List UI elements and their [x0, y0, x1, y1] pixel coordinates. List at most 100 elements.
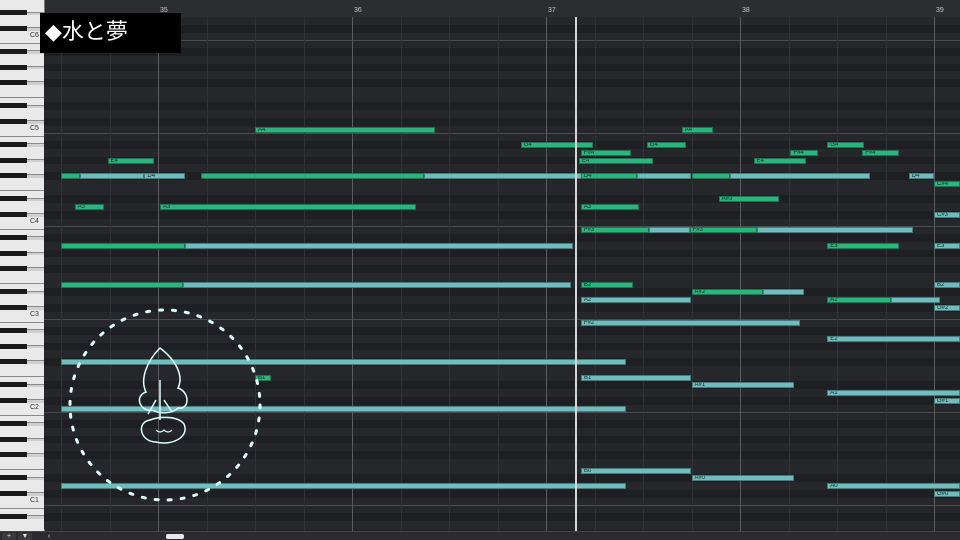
black-key[interactable]	[0, 436, 27, 442]
dropdown-button[interactable]: ▼	[18, 533, 32, 540]
midi-note[interactable]: C#3	[934, 211, 960, 218]
midi-note[interactable]: G#0	[934, 490, 960, 497]
midi-note[interactable]	[185, 242, 574, 249]
scroll-left-icon[interactable]: ‹	[44, 533, 54, 540]
midi-note[interactable]: C#4	[934, 180, 960, 187]
midi-note[interactable]: A2	[580, 297, 692, 303]
bar-number: 38	[742, 7, 750, 14]
midi-note[interactable]	[757, 227, 913, 234]
midi-note[interactable]: A#3	[718, 196, 779, 203]
midi-note[interactable]: F#4	[790, 149, 818, 156]
midi-note[interactable]: A2	[827, 297, 892, 303]
midi-note[interactable]	[61, 173, 81, 179]
black-key[interactable]	[0, 80, 27, 85]
midi-note[interactable]: F#2	[580, 320, 801, 327]
midi-note[interactable]: F#4	[580, 149, 632, 156]
midi-note[interactable]: A#1	[691, 382, 795, 389]
black-key[interactable]	[0, 343, 27, 349]
black-key[interactable]	[0, 452, 27, 457]
midi-note[interactable]: E4	[107, 157, 155, 164]
black-key[interactable]	[0, 25, 27, 31]
midi-note[interactable]: G4	[827, 142, 865, 148]
piano-keyboard[interactable]: C6 C5 C4 C3 C2 C1	[0, 0, 45, 531]
black-key[interactable]	[0, 421, 27, 426]
white-key[interactable]	[0, 84, 44, 98]
midi-note[interactable]	[423, 173, 607, 179]
black-key[interactable]	[0, 211, 27, 217]
black-key[interactable]	[0, 514, 27, 519]
black-key[interactable]	[0, 475, 27, 481]
midi-note[interactable]	[691, 173, 731, 179]
midi-note[interactable]: A1	[827, 390, 960, 396]
black-key[interactable]	[0, 328, 27, 333]
midi-note[interactable]: F#4	[862, 149, 900, 156]
midi-note[interactable]	[637, 173, 692, 179]
midi-note[interactable]	[61, 281, 184, 288]
midi-note[interactable]: E3	[827, 242, 900, 249]
black-key[interactable]	[0, 397, 27, 403]
black-key[interactable]	[0, 289, 27, 295]
midi-note[interactable]: E4	[578, 157, 653, 164]
midi-note[interactable]	[891, 297, 940, 303]
midi-note[interactable]: E4	[753, 157, 806, 164]
midi-note[interactable]	[61, 242, 186, 249]
black-key[interactable]	[0, 118, 27, 124]
midi-note[interactable]: D4	[580, 173, 638, 179]
midi-note[interactable]: G#2	[934, 304, 960, 311]
black-key[interactable]	[0, 266, 27, 271]
midi-note[interactable]: A#0	[691, 475, 795, 482]
midi-note[interactable]	[648, 227, 690, 234]
black-key[interactable]	[0, 157, 27, 163]
midi-note[interactable]	[200, 173, 424, 179]
bar-number: 39	[936, 7, 944, 14]
white-key[interactable]	[0, 518, 44, 531]
midi-note[interactable]: D4	[908, 173, 934, 179]
black-key[interactable]	[0, 49, 27, 54]
midi-note[interactable]: B0	[580, 467, 692, 474]
black-key[interactable]	[0, 103, 27, 109]
midi-note[interactable]: A4	[681, 126, 713, 133]
midi-note[interactable]: D4	[144, 173, 186, 179]
white-key[interactable]	[0, 363, 44, 377]
midi-note[interactable]: B1	[580, 374, 692, 381]
black-key[interactable]	[0, 64, 27, 70]
black-key[interactable]	[0, 490, 27, 496]
black-key[interactable]	[0, 173, 27, 178]
playhead[interactable]	[575, 17, 577, 531]
midi-note[interactable]: G#1	[934, 397, 960, 404]
grid-row	[44, 156, 960, 165]
black-key[interactable]	[0, 382, 27, 388]
midi-note[interactable]: A4	[255, 126, 436, 133]
midi-note[interactable]: A3	[159, 204, 417, 210]
midi-note[interactable]	[730, 173, 870, 179]
white-key[interactable]	[0, 270, 44, 284]
midi-note[interactable]: F#3	[689, 227, 758, 234]
add-button[interactable]: +	[2, 533, 16, 540]
midi-note[interactable]: E3	[934, 242, 960, 249]
midi-note[interactable]	[80, 173, 145, 179]
black-key[interactable]	[0, 10, 27, 16]
midi-note[interactable]: B2	[580, 281, 634, 288]
midi-note[interactable]	[183, 281, 572, 288]
black-key[interactable]	[0, 235, 27, 240]
black-key[interactable]	[0, 250, 27, 256]
white-key[interactable]	[0, 456, 44, 470]
midi-note[interactable]: G4	[520, 142, 593, 148]
horizontal-scroll-thumb[interactable]	[166, 534, 184, 539]
midi-note[interactable]: B2	[934, 281, 960, 288]
midi-note[interactable]	[763, 289, 804, 296]
black-key[interactable]	[0, 359, 27, 364]
midi-note[interactable]: A3	[74, 204, 104, 210]
white-key[interactable]	[0, 177, 44, 191]
black-key[interactable]	[0, 142, 27, 147]
grid-row	[44, 257, 960, 265]
midi-note[interactable]: E2	[827, 335, 960, 342]
midi-note[interactable]: A0	[827, 483, 960, 489]
midi-note[interactable]: A3	[580, 204, 640, 210]
bar-ruler[interactable]: 35 36 37 38 39	[44, 0, 960, 18]
midi-note[interactable]: F#3	[580, 227, 649, 234]
midi-note[interactable]: G4	[646, 142, 686, 148]
black-key[interactable]	[0, 196, 27, 202]
midi-note[interactable]: A#2	[691, 289, 764, 296]
black-key[interactable]	[0, 304, 27, 310]
